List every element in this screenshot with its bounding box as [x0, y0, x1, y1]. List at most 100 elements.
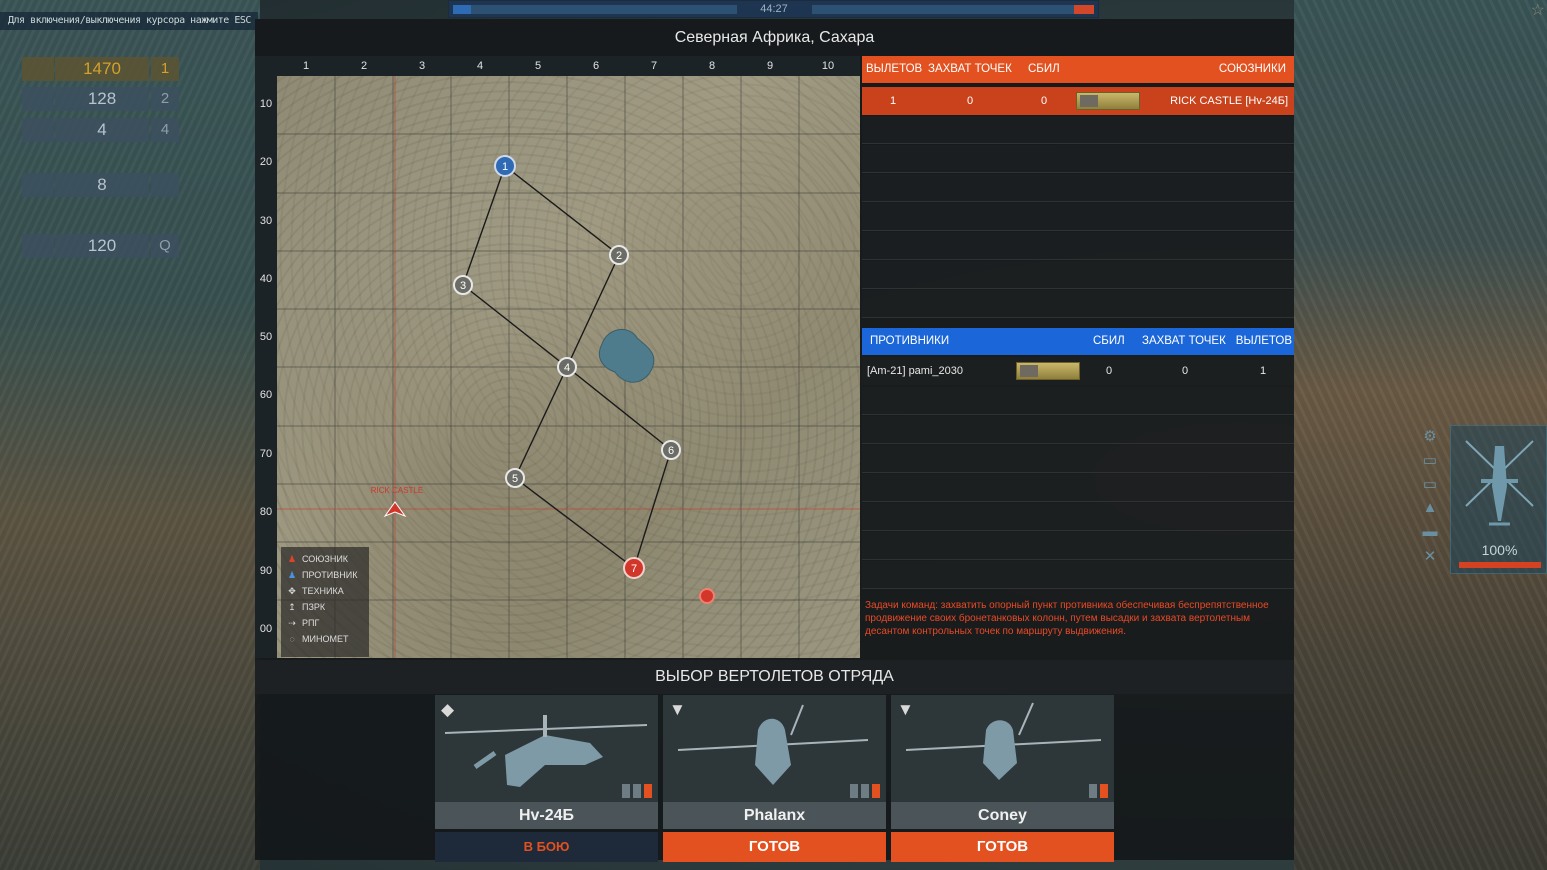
heli-status-button[interactable]: ГОТОВ [663, 832, 886, 862]
map-legend: ♟ СОЮЗНИК ♟ ПРОТИВНИК ✥ ТЕХНИКА ↥ ПЗРК ⇢ РПГ … [281, 547, 369, 657]
weapon-icons: ⚙ ▭ ▭ ▲ ▬ ✕ [1410, 427, 1450, 572]
rotor-icon: ✕ [1423, 548, 1437, 565]
grid-row-label: 90 [259, 565, 273, 577]
waypoint-5[interactable]: 5 [505, 468, 525, 488]
legend-ally: ♟ СОЮЗНИК [285, 551, 369, 567]
cannon-icon: ⚙ [1423, 428, 1437, 445]
grid-row-label: 20 [259, 156, 273, 168]
ammo-slot-2[interactable]: 128 2 [22, 87, 179, 111]
waypoint-7[interactable]: 7 [623, 557, 645, 579]
troops-key: Q [151, 234, 179, 258]
team-score-bar: 44:27 [448, 0, 1099, 18]
enemy-empty-row [862, 561, 1294, 589]
flare-count: 8 [55, 173, 149, 197]
enemy-captures: 0 [1182, 365, 1189, 377]
svg-text:5: 5 [512, 473, 518, 485]
rank-badge [1076, 92, 1140, 110]
slot-marker: ▼ [669, 700, 686, 719]
tank-shell-icon [22, 57, 54, 81]
allies-title: СОЮЗНИКИ [1218, 63, 1286, 75]
grid-row-label: 30 [259, 215, 273, 227]
ammo-slot-1[interactable]: 1470 1 [22, 57, 179, 81]
ammo-key: 1 [151, 57, 179, 81]
helicopter-status-widget: 100% [1450, 425, 1547, 574]
tactical-map[interactable]: 1 2 3 4 6 5 7 RICK CASTLE ♟ СОЮЗНИК ♟ ПР… [277, 76, 860, 658]
troops-count: 120 [55, 234, 149, 258]
heli-card-hv24[interactable]: ◆ Hv-24Б В БОЮ [435, 695, 658, 862]
heli-card-phalanx[interactable]: ▼ Phalanx ГОТОВ [663, 695, 886, 862]
grid-col-label: 6 [592, 60, 600, 72]
svg-text:3: 3 [460, 280, 466, 292]
ally-score-bar [453, 5, 737, 14]
mortar-icon: ◌ [289, 634, 295, 644]
ammo-count: 128 [55, 87, 149, 111]
rocket-icon [22, 118, 54, 142]
star-icon: ☆ [1530, 2, 1545, 19]
helicopter-transport-icon: ▼ [663, 695, 886, 802]
ammo-count: 1470 [55, 57, 149, 81]
slot-marker: ◆ [441, 700, 455, 719]
helicopter-utility-icon: ▼ [891, 695, 1114, 802]
svg-text:1: 1 [502, 161, 508, 173]
gun-icon: ▬ [1422, 523, 1438, 540]
enemy-player-row[interactable]: [Am-21] pami_2030 0 0 1 [862, 357, 1294, 385]
manpads-icon: ↥ [288, 602, 296, 612]
bomb-icon: ▲ [1422, 499, 1438, 516]
ammo-count: 4 [55, 118, 149, 142]
health-percent: 100% [1481, 542, 1518, 558]
health-bar [1459, 562, 1541, 568]
grid-row-label: 80 [259, 506, 273, 518]
grid-col-label: 8 [708, 60, 716, 72]
map-row-labels: 10 20 30 40 50 60 70 80 90 00 [255, 76, 277, 658]
troops-icon [22, 234, 54, 258]
scoreboard-panel: Северная Африка, Сахара 1 2 3 4 5 6 7 8 … [255, 19, 1294, 862]
slot-marker: ▼ [897, 700, 914, 719]
heli-status-button[interactable]: ГОТОВ [891, 832, 1114, 862]
svg-text:RICK CASTLE: RICK CASTLE [371, 486, 423, 495]
lake [598, 329, 655, 383]
legend-vehicle: ✥ ТЕХНИКА [285, 583, 369, 599]
heli-card-coney[interactable]: ▼ Coney ГОТОВ [891, 695, 1114, 862]
waypoint-3[interactable]: 3 [453, 275, 473, 295]
troops-slot[interactable]: 120 Q [22, 234, 179, 258]
ammo-key: 2 [151, 87, 179, 111]
missile-icon: ▭ [1422, 452, 1438, 469]
waypoint-6[interactable]: 6 [661, 440, 681, 460]
helicopter-attack-icon: ◆ [435, 695, 658, 802]
svg-text:4: 4 [564, 362, 570, 374]
flare-icon [22, 173, 54, 197]
waypoint-2[interactable]: 2 [609, 245, 629, 265]
ally-player-row[interactable]: 1 0 0 RICK CASTLE [Hv-24Б] [862, 87, 1294, 115]
enemy-sorties: 1 [1260, 365, 1267, 377]
ally-captures: 0 [967, 95, 974, 107]
ally-empty-row [862, 174, 1294, 202]
flare-slot[interactable]: 8 [22, 173, 179, 197]
col-captures: ЗАХВАТ ТОЧЕК [928, 63, 1012, 75]
ally-empty-row [862, 261, 1294, 289]
grid-col-label: 5 [534, 60, 542, 72]
ammo-slot-3[interactable]: 4 4 [22, 118, 179, 142]
legend-mortar: ◌ МИНОМЕТ [285, 631, 369, 647]
grid-row-label: 60 [259, 389, 273, 401]
legend-enemy: ♟ ПРОТИВНИК [285, 567, 369, 583]
loadout-slots [1086, 784, 1108, 798]
mission-objective: Задачи команд: захватить опорный пункт п… [865, 600, 1269, 637]
allies-header: ВЫЛЕТОВ ЗАХВАТ ТОЧЕК СБИЛ СОЮЗНИКИ [862, 56, 1294, 83]
rank-badge [1016, 362, 1080, 380]
player-marker[interactable]: RICK CASTLE [371, 486, 423, 518]
heli-status-button[interactable]: В БОЮ [435, 832, 658, 862]
ally-name: RICK CASTLE [Hv-24Б] [1170, 95, 1288, 107]
enemy-unit-marker[interactable] [699, 588, 715, 604]
ally-sorties: 1 [890, 95, 897, 107]
waypoint-4[interactable]: 4 [557, 357, 577, 377]
grid-col-label: 9 [766, 60, 774, 72]
enemy-soldier-icon: ♟ [287, 570, 297, 580]
match-timer: 44:27 [760, 3, 788, 15]
heli-name: Phalanx [663, 802, 886, 829]
grid-row-label: 40 [259, 273, 273, 285]
waypoint-1[interactable]: 1 [494, 155, 516, 177]
ally-empty-row [862, 116, 1294, 144]
map-title: Северная Африка, Сахара [255, 19, 1294, 56]
cursor-hint: Для включения/выключения курсора нажмите… [0, 12, 258, 30]
grid-col-label: 1 [302, 60, 310, 72]
